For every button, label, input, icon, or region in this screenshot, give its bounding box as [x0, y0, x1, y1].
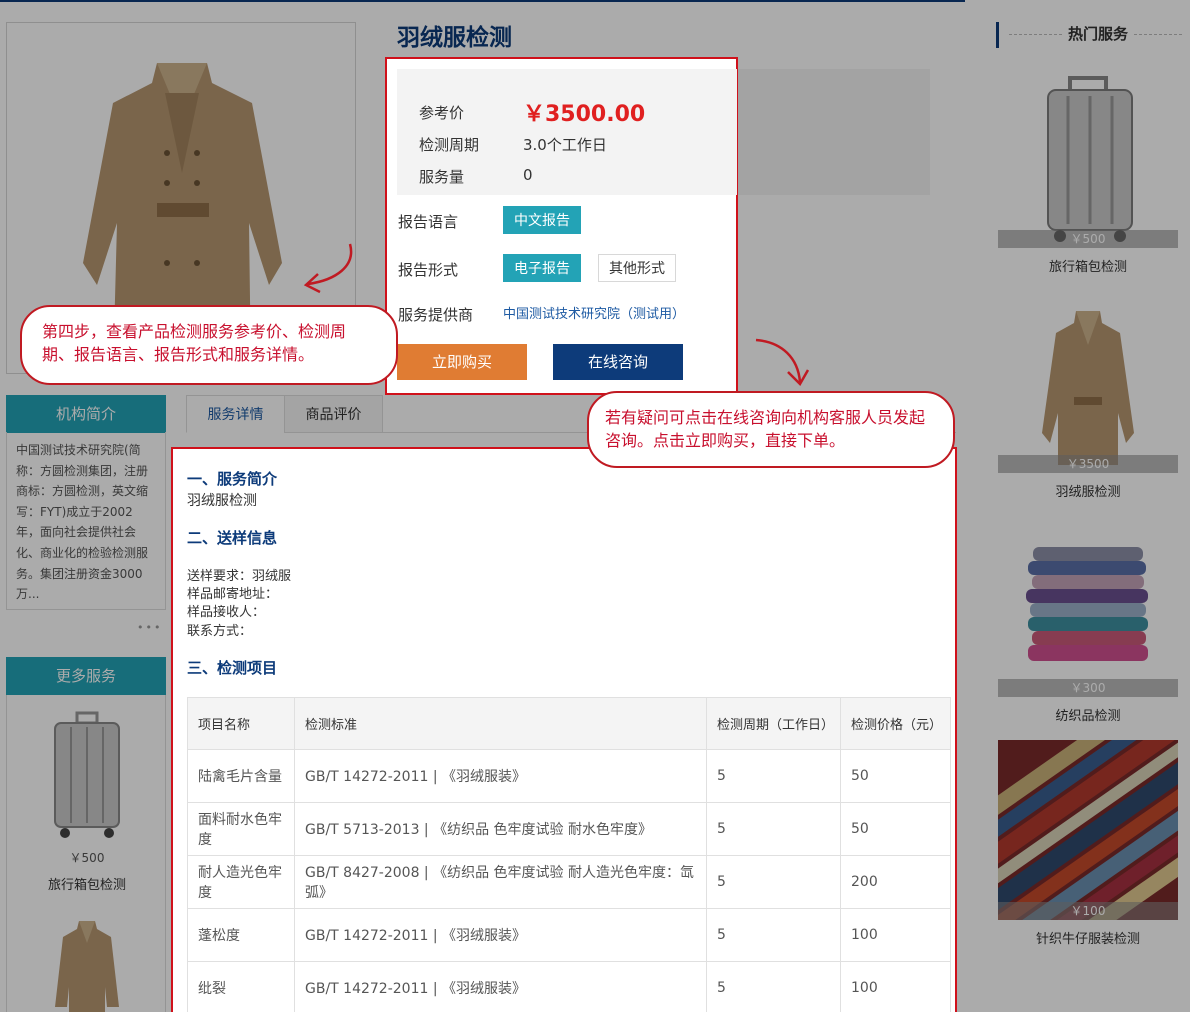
provider-label: 服务提供商: [398, 306, 474, 324]
cell-cycle: 5: [706, 908, 841, 962]
table-row: 面料耐水色牢度 GB/T 5713-2013 | 《纺织品 色牢度试验 耐水色牢…: [187, 802, 951, 856]
cell-cycle: 5: [706, 961, 841, 1012]
cycle-value: 3.0个工作日: [523, 136, 607, 154]
cell-price: 50: [840, 802, 951, 856]
cell-item: 陆禽毛片含量: [187, 749, 295, 803]
cell-cycle: 5: [706, 749, 841, 803]
test-items-table: 项目名称 检测标准 检测周期（工作日） 检测价格（元） 陆禽毛片含量 GB/T …: [187, 697, 951, 1012]
section-intro-text: 羽绒服检测: [187, 493, 257, 509]
cell-standard: GB/T 14272-2011 | 《羽绒服装》: [294, 908, 707, 962]
consult-tip-callout: 若有疑问可点击在线咨询向机构客服人员发起咨询。点击立即购买，直接下单。: [587, 391, 955, 468]
section-intro-title: 一、服务简介: [187, 470, 278, 488]
callout-arrow-icon: [303, 243, 353, 294]
price-panel: 参考价 ￥3500.00 检测周期 3.0个工作日 服务量 0: [397, 69, 737, 195]
callout-arrow-icon: [755, 338, 810, 387]
report-format-other[interactable]: 其他形式: [598, 254, 676, 282]
cell-standard: GB/T 14272-2011 | 《羽绒服装》: [294, 749, 707, 803]
table-row: 陆禽毛片含量 GB/T 14272-2011 | 《羽绒服装》 5 50: [187, 749, 951, 803]
cell-price: 50: [840, 749, 951, 803]
service-info-card: 参考价 ￥3500.00 检测周期 3.0个工作日 服务量 0 报告语言 中文报…: [385, 57, 738, 395]
service-detail-panel: 一、服务简介 羽绒服检测 二、送样信息 送样要求：羽绒服 样品邮寄地址： 样品接…: [171, 447, 957, 1012]
cell-item: 面料耐水色牢度: [187, 802, 295, 856]
sample-receiver: 样品接收人：: [187, 605, 266, 620]
col-standard: 检测标准: [294, 697, 707, 750]
table-row: 纰裂 GB/T 14272-2011 | 《羽绒服装》 5 100: [187, 961, 951, 1012]
volume-value: 0: [523, 166, 533, 184]
cell-item: 耐人造光色牢度: [187, 855, 295, 909]
cell-price: 200: [840, 855, 951, 909]
price-label: 参考价: [419, 104, 465, 122]
table-header-row: 项目名称 检测标准 检测周期（工作日） 检测价格（元）: [187, 697, 951, 750]
cell-cycle: 5: [706, 802, 841, 856]
cycle-label: 检测周期: [419, 136, 480, 154]
report-language-chinese[interactable]: 中文报告: [503, 206, 581, 234]
cell-standard: GB/T 8427-2008 | 《纺织品 色牢度试验 耐人造光色牢度：氙弧》: [294, 855, 707, 909]
cell-item: 蓬松度: [187, 908, 295, 962]
volume-label: 服务量: [419, 168, 465, 186]
cell-cycle: 5: [706, 855, 841, 909]
sample-requirement: 送样要求：羽绒服: [187, 569, 292, 584]
sample-address: 样品邮寄地址：: [187, 587, 279, 602]
table-row: 耐人造光色牢度 GB/T 8427-2008 | 《纺织品 色牢度试验 耐人造光…: [187, 855, 951, 909]
buy-now-button[interactable]: 立即购买: [397, 344, 527, 380]
col-cycle: 检测周期（工作日）: [706, 697, 841, 750]
report-language-label: 报告语言: [398, 213, 459, 231]
section-items-title: 三、检测项目: [187, 659, 278, 677]
col-item-name: 项目名称: [187, 697, 295, 750]
report-format-electronic[interactable]: 电子报告: [503, 254, 581, 282]
cell-standard: GB/T 14272-2011 | 《羽绒服装》: [294, 961, 707, 1012]
sample-contact: 联系方式：: [187, 624, 253, 639]
cell-price: 100: [840, 961, 951, 1012]
price-value: ￥3500.00: [523, 102, 646, 127]
section-sample-title: 二、送样信息: [187, 529, 278, 547]
step4-callout: 第四步，查看产品检测服务参考价、检测周期、报告语言、报告形式和服务详情。: [20, 305, 398, 385]
table-row: 蓬松度 GB/T 14272-2011 | 《羽绒服装》 5 100: [187, 908, 951, 962]
provider-link[interactable]: 中国测试技术研究院（测试用）: [503, 303, 685, 322]
cell-standard: GB/T 5713-2013 | 《纺织品 色牢度试验 耐水色牢度》: [294, 802, 707, 856]
cell-price: 100: [840, 908, 951, 962]
cell-item: 纰裂: [187, 961, 295, 1012]
online-consult-button[interactable]: 在线咨询: [553, 344, 683, 380]
report-format-label: 报告形式: [398, 261, 459, 279]
col-price: 检测价格（元）: [840, 697, 951, 750]
